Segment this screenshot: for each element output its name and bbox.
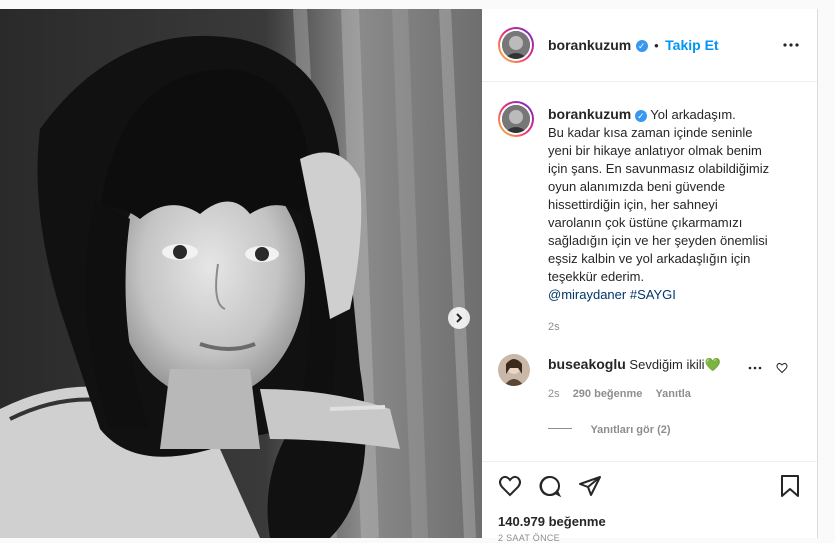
- post-header: borankuzum ✓ • Takip Et: [482, 9, 817, 82]
- comment-like-heart-icon[interactable]: [776, 362, 788, 374]
- caption-line: oyun alanımızda beni güvende: [548, 179, 726, 194]
- post-age[interactable]: 2 SAAT ÖNCE: [498, 533, 560, 543]
- post-side-panel: borankuzum ✓ • Takip Et borankuzum ✓ Yol…: [482, 9, 818, 543]
- caption-username[interactable]: borankuzum: [548, 106, 631, 122]
- caption-author-avatar[interactable]: [498, 101, 534, 137]
- post-actions-bar: 140.979 beğenme 2 SAAT ÖNCE: [482, 461, 817, 543]
- post-photo[interactable]: [0, 9, 482, 538]
- save-bookmark-icon[interactable]: [779, 474, 801, 498]
- caption-line: sağladığın için ve her şeyden önemlisi: [548, 233, 768, 248]
- caption-line: yeni bir hikaye anlatıyor olmak benim: [548, 143, 762, 158]
- more-dots-icon[interactable]: [782, 42, 800, 48]
- caption-line: hissettirdiğin için, her sahneyi: [548, 197, 718, 212]
- green-heart-emoji: 💚: [704, 357, 721, 372]
- like-heart-icon[interactable]: [498, 474, 522, 498]
- caption-avatar-image: [502, 105, 530, 133]
- author-avatar[interactable]: [498, 27, 534, 63]
- reply-button[interactable]: Yanıtla: [655, 388, 690, 400]
- comment-text: Sevdiğim ikili: [629, 357, 705, 372]
- portrait-image: [0, 9, 482, 538]
- caption-timestamp[interactable]: 2s: [548, 318, 803, 336]
- author-username[interactable]: borankuzum: [548, 37, 631, 53]
- next-photo-button[interactable]: [448, 307, 470, 329]
- caption-line: teşekkür ederim.: [548, 269, 645, 284]
- commenter-avatar-image: [498, 354, 530, 386]
- view-replies-label: Yanıtları gör (2): [590, 424, 671, 436]
- share-direct-icon[interactable]: [578, 474, 602, 498]
- comment-meta: 2s 290 beğenme Yanıtla: [548, 388, 691, 400]
- commenter-avatar[interactable]: [498, 354, 530, 386]
- instagram-post-modal: borankuzum ✓ • Takip Et borankuzum ✓ Yol…: [0, 0, 835, 543]
- mention-link[interactable]: @miraydaner: [548, 287, 626, 302]
- caption-line: eşsiz kalbin ve yol arkadaşlığın için: [548, 251, 751, 266]
- comment-options-icon[interactable]: [748, 366, 762, 370]
- follow-button[interactable]: Takip Et: [665, 37, 718, 53]
- caption-line: Yol arkadaşım.: [650, 107, 736, 122]
- caption-line: Bu kadar kısa zaman içinde seninle: [548, 125, 753, 140]
- replies-divider: [548, 428, 572, 430]
- separator-dot: •: [654, 38, 659, 53]
- comment-timestamp[interactable]: 2s: [548, 388, 560, 400]
- comment-like-count[interactable]: 290 beğenme: [573, 388, 643, 400]
- chevron-right-icon: [456, 313, 463, 323]
- caption-line: için şans. En savunmasız olabildiğimiz: [548, 161, 770, 176]
- hashtag-link[interactable]: #SAYGI: [630, 287, 676, 302]
- caption-line: varolanın çok üstüne çıkarmamızı: [548, 215, 743, 230]
- comment-bubble-icon[interactable]: [538, 474, 562, 498]
- commenter-username[interactable]: buseakoglu: [548, 356, 626, 372]
- post-caption: borankuzum ✓ Yol arkadaşım. Bu kadar kıs…: [548, 105, 803, 336]
- view-replies-button[interactable]: Yanıtları gör (2): [548, 420, 671, 438]
- caption-verified-icon: ✓: [634, 109, 647, 122]
- verified-badge-icon: ✓: [635, 39, 648, 52]
- likes-count[interactable]: 140.979 beğenme: [498, 514, 606, 529]
- comment-body: buseakoglu Sevdiğim ikili💚: [548, 355, 721, 374]
- author-avatar-image: [502, 31, 530, 59]
